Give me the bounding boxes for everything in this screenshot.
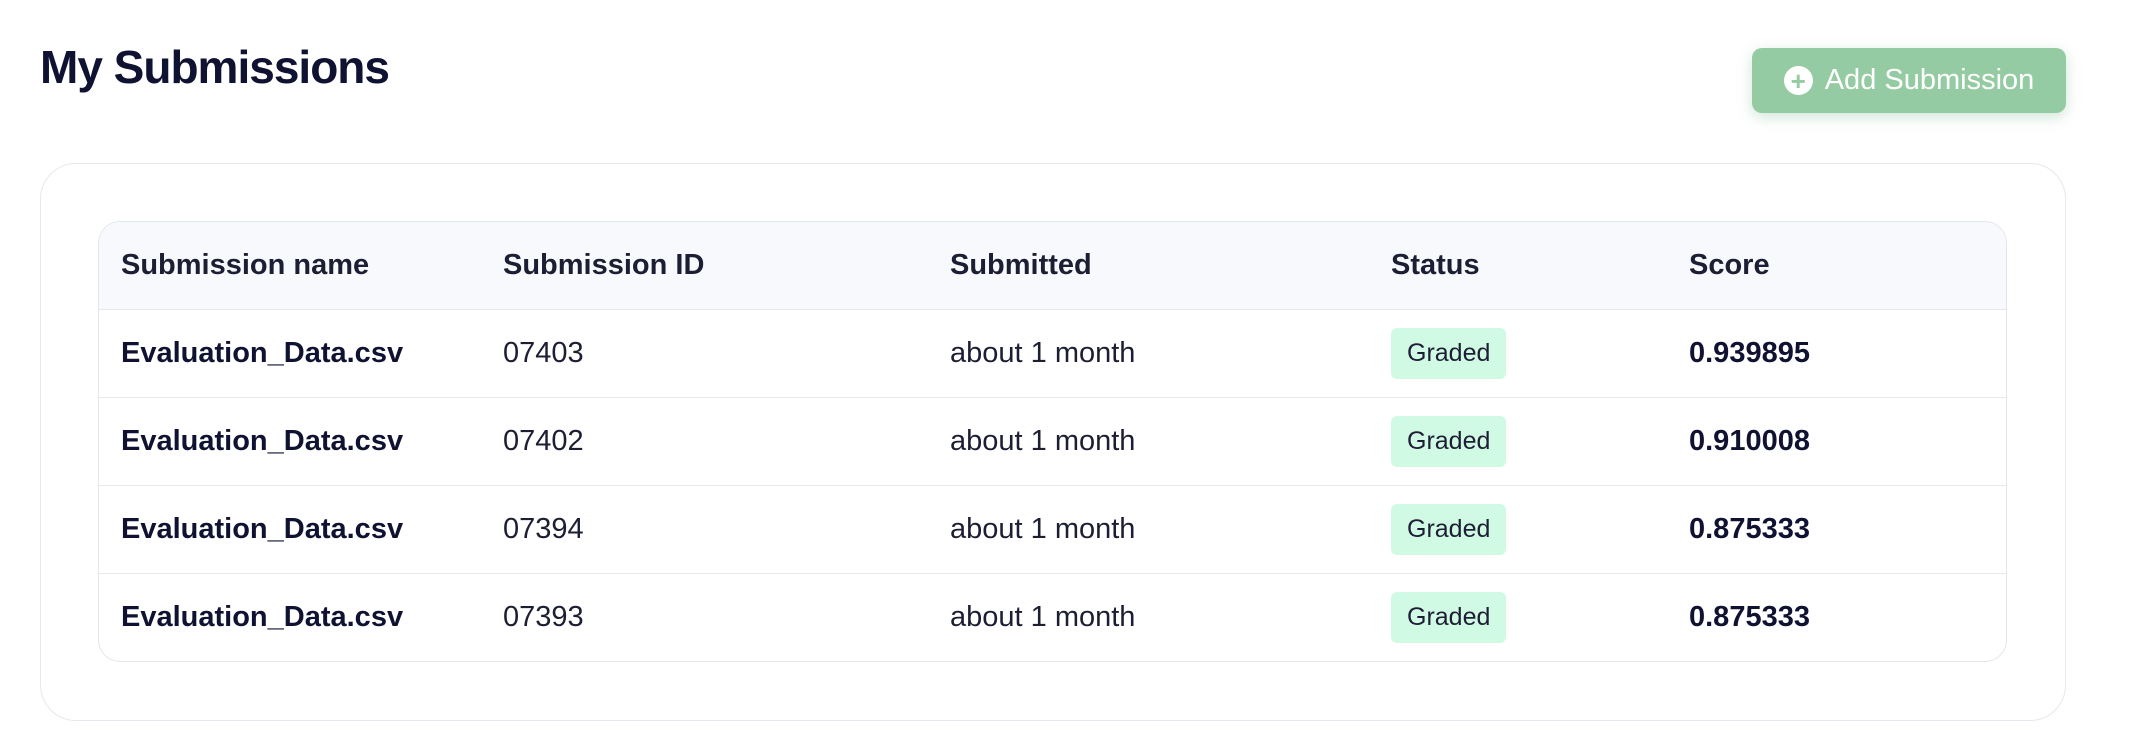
page-title: My Submissions [40,41,390,93]
submissions-table-container: Submission name Submission ID Submitted … [98,221,2007,662]
submission-name: Evaluation_Data.csv [121,600,404,633]
submissions-card: Submission name Submission ID Submitted … [40,163,2066,721]
submitted-time: about 1 month [950,424,1136,457]
score-value: 0.939895 [1689,336,1810,369]
score-value: 0.875333 [1689,512,1810,545]
table-header-row: Submission name Submission ID Submitted … [99,222,2006,309]
score-value: 0.910008 [1689,424,1810,457]
column-header-submitted: Submitted [950,248,1092,281]
submissions-table: Submission name Submission ID Submitted … [99,222,2006,661]
submission-name: Evaluation_Data.csv [121,336,404,369]
column-header-submission-name: Submission name [121,248,370,281]
column-header-score: Score [1689,248,1770,281]
submission-id: 07394 [503,512,584,545]
table-row[interactable]: Evaluation_Data.csv 07403 about 1 month … [99,309,2006,397]
add-submission-label: Add Submission [1824,64,2035,96]
status-badge: Graded [1391,415,1507,467]
status-badge: Graded [1391,327,1507,379]
submitted-time: about 1 month [950,600,1136,633]
column-header-submission-id: Submission ID [503,248,705,281]
submission-id: 07403 [503,336,584,369]
submitted-time: about 1 month [950,512,1136,545]
submission-name: Evaluation_Data.csv [121,424,404,457]
add-submission-button[interactable]: + Add Submission [1752,48,2066,113]
submission-name: Evaluation_Data.csv [121,512,404,545]
submission-id: 07402 [503,424,584,457]
submission-id: 07393 [503,600,584,633]
table-row[interactable]: Evaluation_Data.csv 07393 about 1 month … [99,573,2006,661]
submitted-time: about 1 month [950,336,1136,369]
score-value: 0.875333 [1689,600,1810,633]
status-badge: Graded [1391,503,1507,555]
status-badge: Graded [1391,591,1507,643]
plus-circle-icon: + [1783,66,1813,95]
column-header-status: Status [1391,248,1480,281]
table-row[interactable]: Evaluation_Data.csv 07394 about 1 month … [99,485,2006,573]
table-row[interactable]: Evaluation_Data.csv 07402 about 1 month … [99,397,2006,485]
